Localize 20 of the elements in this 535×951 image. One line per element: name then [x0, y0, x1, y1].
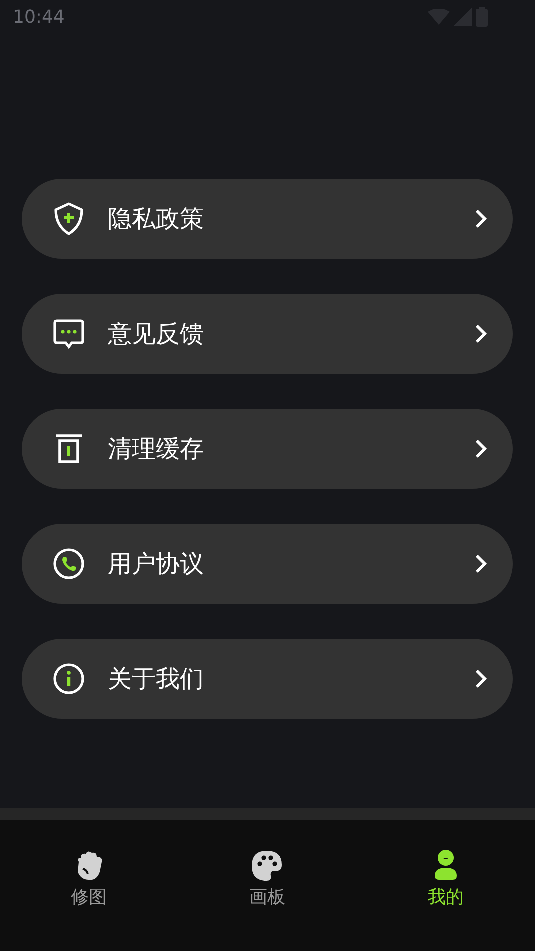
shield-plus-icon [53, 202, 85, 236]
message-icon [53, 319, 85, 349]
nav-tab[interactable]: 修图 [67, 850, 112, 911]
chevron-right-icon [475, 439, 487, 459]
menu-item[interactable]: 用户协议 [22, 524, 513, 604]
info-icon [53, 663, 85, 695]
menu-item[interactable]: 意见反馈 [22, 294, 513, 374]
menu-item[interactable]: 关于我们 [22, 639, 513, 719]
menu-item[interactable]: 清理缓存 [22, 409, 513, 489]
chevron-right-icon [475, 209, 487, 229]
chevron-right-icon [475, 554, 487, 574]
status-time: 10:44 [13, 6, 65, 30]
chevron-right-icon [475, 324, 487, 344]
trash-icon [54, 433, 84, 465]
nav-tab[interactable]: 我的 [424, 850, 468, 911]
phone-icon [53, 548, 85, 580]
palette-icon [251, 850, 284, 882]
nav-tab[interactable]: 画板 [245, 850, 290, 911]
chevron-right-icon [475, 669, 487, 689]
menu-item[interactable]: 隐私政策 [22, 179, 513, 259]
